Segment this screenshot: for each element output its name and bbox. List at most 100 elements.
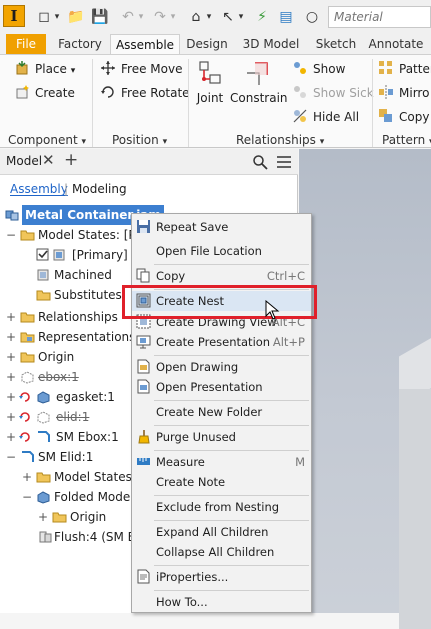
- graphics-viewport[interactable]: [299, 149, 431, 629]
- menu-item-create-presentation[interactable]: Create Presentation Alt+P: [132, 332, 311, 352]
- expand-icon[interactable]: +: [6, 387, 16, 407]
- menu-item-expand-all-children[interactable]: Expand All Children: [132, 522, 311, 542]
- model-state-icon: [37, 269, 49, 281]
- menu-separator: [154, 495, 309, 496]
- mirror-button[interactable]: Mirro: [378, 83, 429, 103]
- joint-button[interactable]: Joint: [192, 59, 228, 105]
- tab-3d-model[interactable]: 3D Model: [236, 34, 306, 54]
- copy-component-icon: [379, 109, 392, 122]
- model-state-icon: [53, 249, 65, 261]
- quick-access-toolbar: I ◻ ▾ 📁 💾 ↶ ▾ ↷ ▾ ⌂ ▾ ↖ ▾ ⚡ ▤ ○ Material: [0, 0, 431, 34]
- expand-icon[interactable]: +: [6, 367, 16, 387]
- menu-separator: [154, 425, 309, 426]
- home-dropdown-icon[interactable]: ▾: [204, 8, 214, 26]
- group-divider: [188, 59, 189, 147]
- tab-design[interactable]: Design: [184, 34, 230, 54]
- constrain-button[interactable]: Constrain: [230, 59, 288, 105]
- open-folder-icon[interactable]: 📁: [66, 8, 86, 26]
- component-group-label[interactable]: Component ▾: [8, 132, 86, 148]
- hide-all-icon: [293, 109, 307, 123]
- free-move-button[interactable]: Free Move: [100, 59, 182, 79]
- select-dropdown-icon[interactable]: ▾: [236, 8, 246, 26]
- chevron-down-icon[interactable]: ▾: [52, 8, 62, 26]
- expand-icon[interactable]: +: [6, 427, 16, 447]
- show-relationships-icon: [294, 62, 306, 74]
- folder-icon: [36, 472, 51, 483]
- relationships-group-label[interactable]: Relationships ▾: [236, 132, 324, 148]
- menu-item-iproperties[interactable]: iProperties...: [132, 567, 311, 587]
- undo-icon[interactable]: ↶: [118, 8, 138, 26]
- update-required-icon: [19, 392, 30, 402]
- suppressed-part-icon: [37, 411, 50, 424]
- collapse-icon[interactable]: −: [22, 487, 32, 507]
- suppressed-part-icon: [21, 371, 34, 384]
- menu-separator: [154, 264, 309, 265]
- update-icon[interactable]: ⚡: [252, 8, 272, 26]
- new-file-icon[interactable]: ◻: [34, 8, 54, 26]
- material-dropdown[interactable]: Material: [328, 6, 431, 28]
- tab-sketch[interactable]: Sketch: [312, 34, 360, 54]
- menu-item-open-drawing[interactable]: Open Drawing: [132, 357, 311, 377]
- position-group-label[interactable]: Position ▾: [112, 132, 167, 148]
- create-component-icon: [16, 85, 29, 99]
- inventor-logo-icon[interactable]: I: [3, 5, 25, 27]
- show-sick-button[interactable]: Show Sick: [292, 83, 374, 103]
- tab-annotate[interactable]: Annotate: [366, 34, 426, 54]
- menu-separator: [154, 355, 309, 356]
- checkbox-checked-icon[interactable]: [36, 248, 51, 262]
- tab-factory[interactable]: Factory: [52, 34, 108, 54]
- menu-item-how-to[interactable]: How To...: [132, 592, 311, 612]
- place-button[interactable]: Place ▾: [14, 59, 75, 79]
- menu-separator: [154, 450, 309, 451]
- menu-item-open-file-location[interactable]: Open File Location: [132, 241, 311, 261]
- expand-icon[interactable]: +: [6, 327, 16, 347]
- tab-assemble[interactable]: Assemble: [110, 34, 180, 54]
- collapse-icon[interactable]: −: [6, 225, 16, 245]
- menu-item-repeat-save[interactable]: Repeat Save: [132, 217, 311, 237]
- search-icon[interactable]: [252, 154, 268, 170]
- menu-item-collapse-all-children[interactable]: Collapse All Children: [132, 542, 311, 562]
- free-rotate-button[interactable]: Free Rotate: [100, 83, 190, 103]
- collapse-icon[interactable]: −: [6, 447, 16, 467]
- presentation-file-icon: [137, 379, 150, 394]
- expand-icon[interactable]: +: [6, 347, 16, 367]
- copy-component-button[interactable]: Copy: [378, 107, 429, 127]
- select-cursor-icon[interactable]: ↖: [218, 8, 238, 26]
- add-browser-icon[interactable]: +: [64, 150, 78, 170]
- tab-file[interactable]: File: [6, 34, 46, 54]
- menu-item-create-new-folder[interactable]: Create New Folder: [132, 402, 311, 422]
- tab-assembly[interactable]: Assembly: [10, 182, 68, 196]
- expand-icon[interactable]: +: [38, 507, 48, 527]
- menu-separator: [154, 590, 309, 591]
- joint-icon: [199, 61, 221, 84]
- menu-item-create-note[interactable]: Create Note: [132, 472, 311, 492]
- pattern-button[interactable]: Patter: [378, 59, 431, 79]
- menu-item-purge-unused[interactable]: Purge Unused: [132, 427, 311, 447]
- appearance-sphere-icon[interactable]: ○: [302, 8, 322, 26]
- save-icon[interactable]: 💾: [90, 8, 110, 26]
- sheet-metal-part-icon: [22, 451, 34, 462]
- pattern-group-label[interactable]: Pattern ▾: [382, 132, 431, 148]
- hamburger-menu-icon[interactable]: [276, 154, 292, 170]
- expand-icon[interactable]: +: [6, 407, 16, 427]
- home-icon[interactable]: ⌂: [186, 8, 206, 26]
- menu-item-exclude-from-nesting[interactable]: Exclude from Nesting: [132, 497, 311, 517]
- close-icon[interactable]: ✕: [42, 151, 55, 169]
- redo-dropdown-icon[interactable]: ▾: [168, 8, 178, 26]
- tab-modeling[interactable]: Modeling: [72, 182, 127, 196]
- browser-title-tab[interactable]: Model: [6, 154, 42, 168]
- menu-item-copy[interactable]: Copy Ctrl+C: [132, 266, 311, 286]
- undo-dropdown-icon[interactable]: ▾: [136, 8, 146, 26]
- hide-all-button[interactable]: Hide All: [292, 107, 359, 127]
- free-move-icon: [101, 61, 115, 75]
- expand-icon[interactable]: +: [22, 467, 32, 487]
- browser-header: Model ✕ +: [0, 149, 298, 175]
- expand-icon[interactable]: +: [6, 307, 16, 327]
- create-button[interactable]: Create: [14, 83, 75, 103]
- menu-item-measure[interactable]: Measure M: [132, 452, 311, 472]
- chevron-down-icon: ▾: [81, 137, 87, 147]
- measure-icon[interactable]: ▤: [276, 8, 296, 26]
- show-button[interactable]: Show: [292, 59, 345, 79]
- menu-item-open-presentation[interactable]: Open Presentation: [132, 377, 311, 397]
- redo-icon[interactable]: ↷: [150, 8, 170, 26]
